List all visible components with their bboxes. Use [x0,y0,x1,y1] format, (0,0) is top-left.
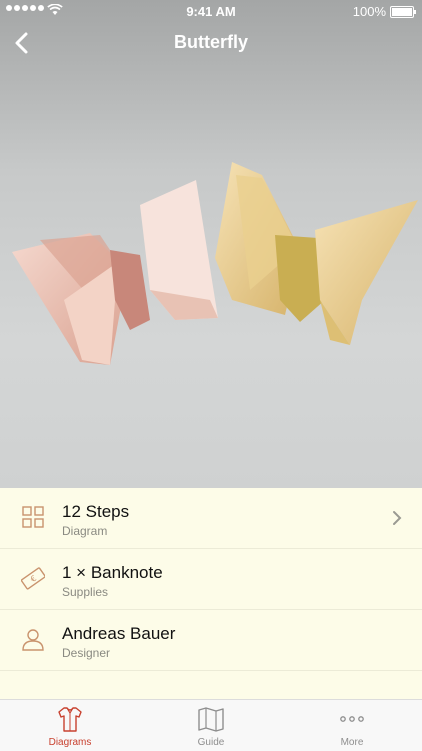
row-subtitle: Supplies [62,585,109,599]
banknote-icon: € [21,567,45,590]
pink-butterfly [12,180,218,365]
page-title: Butterfly [173,32,248,52]
tab-guide[interactable]: Guide [141,700,281,751]
row-subtitle: Diagram [62,524,108,538]
tab-label: Diagrams [48,737,92,748]
row-title: 1 × Banknote [62,563,163,582]
battery-icon [390,6,416,18]
row-title: Andreas Bauer [62,624,176,643]
chevron-right-icon [393,511,402,525]
tab-diagrams[interactable]: Diagrams [0,700,140,751]
row-title: 12 Steps [62,502,130,521]
row-subtitle: Designer [62,646,111,660]
butterfly-photo [12,162,418,365]
info-list: 12 Steps Diagram € 1 × Banknote Supplies… [0,488,422,671]
gold-butterfly [215,162,418,345]
grid-icon [22,506,44,528]
tab-label: More [340,737,364,748]
map-icon [198,707,224,732]
status-bar: 9:41 AM 100% [0,0,422,22]
hero-photo [0,0,422,488]
info-row-designer: Andreas Bauer Designer [0,610,422,671]
info-row-steps[interactable]: 12 Steps Diagram [0,488,422,549]
person-icon [22,629,44,651]
shirt-icon [58,707,82,732]
info-row-supplies: € 1 × Banknote Supplies [0,549,422,610]
more-dots-icon [340,716,364,722]
tab-label: Guide [197,737,225,748]
tab-more[interactable]: More [282,700,422,751]
tab-bar: Diagrams Guide More [0,699,422,751]
battery-percentage: 100% [352,4,386,19]
